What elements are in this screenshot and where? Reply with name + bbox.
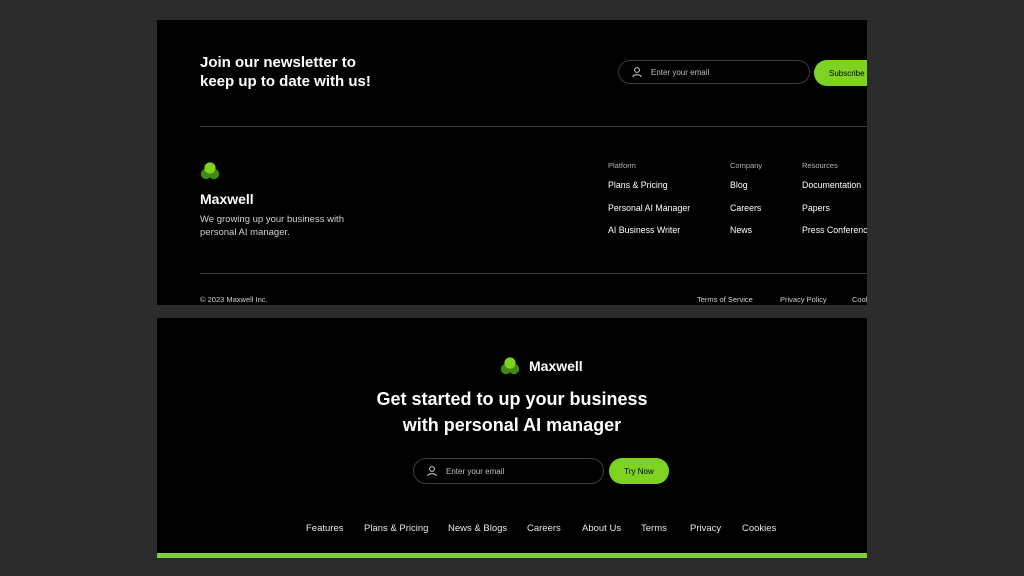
user-icon — [631, 66, 643, 78]
brand-tagline: We growing up your business with persona… — [200, 214, 344, 238]
brand-name: Maxwell — [200, 191, 254, 207]
footer-link[interactable]: Plans & Pricing — [608, 180, 690, 203]
cta-email-input[interactable] — [446, 466, 603, 476]
footer-link[interactable]: Documentation — [802, 180, 867, 203]
nav-link-about-us[interactable]: About Us — [582, 523, 621, 534]
footer-link[interactable]: Blog — [730, 180, 762, 203]
column-heading: Platform — [608, 161, 636, 170]
newsletter-title: Join our newsletter to keep up to date w… — [200, 54, 371, 90]
footer-link[interactable]: News — [730, 225, 762, 248]
footer-link[interactable]: Papers — [802, 203, 867, 226]
footer-link[interactable]: Personal AI Manager — [608, 203, 690, 226]
footer-link[interactable]: Press Conference — [802, 225, 867, 248]
brand-name: Maxwell — [529, 358, 583, 374]
footer-column-resources: Resources Documentation Papers Press Con… — [802, 161, 867, 248]
copyright-text: © 2023 Maxwell Inc. — [200, 295, 268, 304]
column-heading: Company — [730, 161, 763, 170]
cookies-link[interactable]: Cookies — [852, 295, 867, 304]
nav-link-cookies[interactable]: Cookies — [742, 523, 776, 534]
nav-link-careers[interactable]: Careers — [527, 523, 561, 534]
maxwell-logo-icon — [200, 161, 220, 181]
footer-column-platform: Platform Plans & Pricing Personal AI Man… — [608, 161, 690, 248]
cta-headline: Get started to up your business with per… — [376, 389, 648, 435]
cta-email-field[interactable] — [413, 458, 604, 484]
nav-link-privacy[interactable]: Privacy — [690, 523, 721, 534]
subscribe-button[interactable]: Subscribe — [814, 60, 867, 86]
nav-link-terms[interactable]: Terms — [641, 523, 667, 534]
nav-link-plans-pricing[interactable]: Plans & Pricing — [364, 523, 428, 534]
divider — [200, 126, 867, 127]
try-now-button[interactable]: Try Now — [609, 458, 669, 484]
newsletter-footer-panel: Join our newsletter to keep up to date w… — [157, 20, 867, 305]
newsletter-email-input[interactable] — [651, 67, 809, 77]
footer-link[interactable]: Careers — [730, 203, 762, 226]
newsletter-email-field[interactable] — [618, 60, 810, 84]
privacy-policy-link[interactable]: Privacy Policy — [780, 295, 827, 304]
footer-column-company: Company Blog Careers News — [730, 161, 762, 248]
terms-of-service-link[interactable]: Terms of Service — [697, 295, 753, 304]
footer-link[interactable]: AI Business Writer — [608, 225, 690, 248]
divider — [200, 273, 867, 274]
nav-link-news-blogs[interactable]: News & Blogs — [448, 523, 507, 534]
column-heading: Resources — [802, 161, 838, 170]
user-icon — [426, 465, 438, 477]
accent-bar — [157, 553, 867, 558]
nav-link-features[interactable]: Features — [306, 523, 344, 534]
cta-footer-panel: Maxwell Get started to up your business … — [157, 318, 867, 558]
maxwell-logo-icon — [500, 356, 520, 376]
